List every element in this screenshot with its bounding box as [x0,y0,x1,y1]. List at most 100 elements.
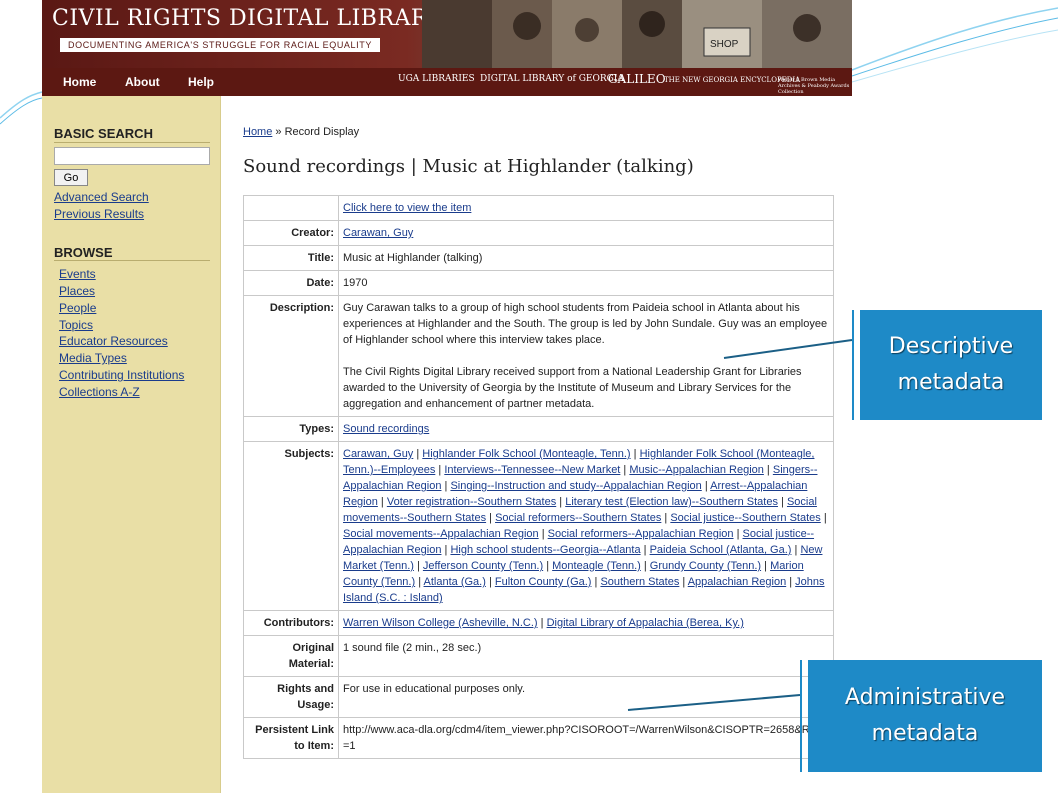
divider [54,260,210,261]
page-title: Sound recordings | Music at Highlander (… [243,156,694,177]
types-link[interactable]: Sound recordings [343,423,429,435]
basic-search-input[interactable] [54,147,210,165]
top-nav: Home About Help UGA LIBRARIES DIGITAL LI… [42,68,852,96]
browse-events-link[interactable]: Events [59,267,96,281]
uga-libraries-logo[interactable]: UGA LIBRARIES [398,74,475,84]
subject-link[interactable]: Social reformers--Southern States [495,512,661,524]
nav-about[interactable]: About [125,75,160,89]
breadcrumb-home-link[interactable]: Home [243,126,272,138]
breadcrumb-current: Record Display [284,126,360,138]
site-banner: CIVIL RIGHTS DIGITAL LIBRARY DOCUMENTING… [42,0,852,68]
creator-label: Creator: [243,220,339,246]
nav-home[interactable]: Home [63,75,96,89]
description-paragraph: The Civil Rights Digital Library receive… [343,366,802,410]
subject-link[interactable]: Atlanta (Ga.) [424,576,486,588]
subject-link[interactable]: Interviews--Tennessee--New Market [444,464,620,476]
table-row: Click here to view the item [243,195,834,221]
banner-photo-sign: SHOP [710,39,739,50]
subject-link[interactable]: Highlander Folk School (Monteagle, Tenn.… [422,448,630,460]
contributors-cell: Warren Wilson College (Asheville, N.C.) … [338,610,834,636]
description-paragraph: Guy Carawan talks to a group of high sch… [343,302,828,346]
site-subtitle: DOCUMENTING AMERICA'S STRUGGLE FOR RACIA… [60,38,380,52]
contributor-link[interactable]: Warren Wilson College (Asheville, N.C.) [343,617,538,629]
brown-archives-logo[interactable]: Walter J. Brown Media Archives & Peabody… [778,77,850,95]
types-label: Types: [243,416,339,442]
persistent-link-label: Persistent Link to Item: [243,717,339,759]
site-title: CIVIL RIGHTS DIGITAL LIBRARY [52,6,443,31]
subject-link[interactable]: Literary test (Election law)--Southern S… [565,496,778,508]
browse-places-link[interactable]: Places [59,284,95,298]
subject-link[interactable]: Music--Appalachian Region [629,464,764,476]
table-row: Persistent Link to Item: http://www.aca-… [243,717,834,759]
breadcrumb: Home » Record Display [243,126,359,138]
subject-link[interactable]: Social movements--Appalachian Region [343,528,539,540]
subject-link[interactable]: Jefferson County (Tenn.) [423,560,543,572]
original-material-label: Original Material: [243,635,339,677]
left-sidebar: BASIC SEARCH Go Advanced Search Previous… [42,96,221,793]
descriptive-metadata-callout: Descriptive metadata [860,310,1042,420]
browse-collections-link[interactable]: Collections A-Z [59,385,140,399]
view-item-cell: Click here to view the item [338,195,834,221]
table-row: Rights and Usage: For use in educational… [243,676,834,718]
subject-link[interactable]: Monteagle (Tenn.) [552,560,641,572]
title-value: Music at Highlander (talking) [338,245,834,271]
persistent-link-value: http://www.aca-dla.org/cdm4/item_viewer.… [338,717,834,759]
subject-link[interactable]: Voter registration--Southern States [387,496,556,508]
rights-label: Rights and Usage: [243,676,339,718]
contributor-link[interactable]: Digital Library of Appalachia (Berea, Ky… [547,617,744,629]
advanced-search-link[interactable]: Advanced Search [54,190,149,204]
go-button[interactable]: Go [54,169,88,186]
subject-link[interactable]: Grundy County (Tenn.) [650,560,761,572]
date-value: 1970 [338,270,834,296]
empty-label [243,195,339,221]
galileo-logo[interactable]: GALILEO [608,72,666,86]
table-row: Subjects: Carawan, Guy | Highlander Folk… [243,441,834,611]
browse-educator-resources-link[interactable]: Educator Resources [59,334,168,348]
description-label: Description: [243,295,339,417]
breadcrumb-separator: » [275,126,282,138]
subject-link[interactable]: Appalachian Region [688,576,786,588]
original-material-value: 1 sound file (2 min., 28 sec.) [338,635,834,677]
table-row: Description: Guy Carawan talks to a grou… [243,295,834,417]
previous-results-link[interactable]: Previous Results [54,207,144,221]
subject-link[interactable]: Social reformers--Appalachian Region [548,528,734,540]
subject-link[interactable]: Southern States [600,576,679,588]
subject-link[interactable]: Fulton County (Ga.) [495,576,592,588]
subject-link[interactable]: Paideia School (Atlanta, Ga.) [650,544,792,556]
callout-bracket [852,310,854,420]
administrative-metadata-callout: Administrative metadata [808,660,1042,772]
description-cell: Guy Carawan talks to a group of high sch… [338,295,834,417]
banner-photo-collage: SHOP [422,0,852,68]
table-row: Date: 1970 [243,270,834,296]
subject-link[interactable]: Carawan, Guy [343,448,413,460]
nav-help[interactable]: Help [188,75,214,89]
date-label: Date: [243,270,339,296]
browse-contributing-institutions-link[interactable]: Contributing Institutions [59,368,184,382]
table-row: Title: Music at Highlander (talking) [243,245,834,271]
subject-link[interactable]: Social justice--Southern States [670,512,820,524]
view-item-link[interactable]: Click here to view the item [343,202,471,214]
contributors-label: Contributors: [243,610,339,636]
divider [54,142,210,143]
types-cell: Sound recordings [338,416,834,442]
table-row: Types: Sound recordings [243,416,834,442]
record-table: Click here to view the item Creator: Car… [243,195,834,759]
title-label: Title: [243,245,339,271]
table-row: Creator: Carawan, Guy [243,220,834,246]
browse-heading: BROWSE [54,245,113,260]
creator-cell: Carawan, Guy [338,220,834,246]
subject-link[interactable]: High school students--Georgia--Atlanta [450,544,640,556]
basic-search-heading: BASIC SEARCH [54,126,153,141]
browse-people-link[interactable]: People [59,301,96,315]
creator-link[interactable]: Carawan, Guy [343,227,413,239]
callout-bracket [800,660,802,772]
rights-value: For use in educational purposes only. [338,676,834,718]
subject-link[interactable]: Singing--Instruction and study--Appalach… [450,480,701,492]
browse-topics-link[interactable]: Topics [59,318,93,332]
browse-media-types-link[interactable]: Media Types [59,351,127,365]
subjects-cell: Carawan, Guy | Highlander Folk School (M… [338,441,834,611]
table-row: Original Material: 1 sound file (2 min.,… [243,635,834,677]
subjects-label: Subjects: [243,441,339,611]
table-row: Contributors: Warren Wilson College (Ash… [243,610,834,636]
dlg-logo[interactable]: DIGITAL LIBRARY of GEORGIA [480,74,624,84]
